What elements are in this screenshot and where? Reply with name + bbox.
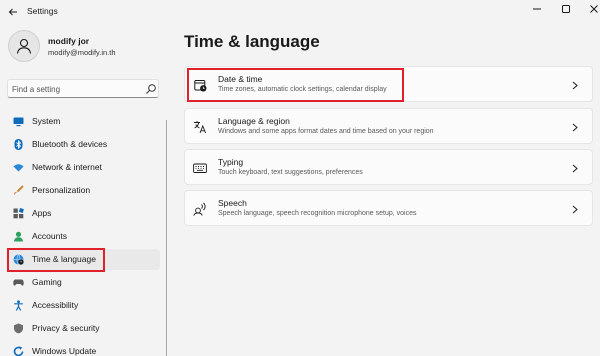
- shield-icon: [13, 323, 24, 334]
- card-description: Speech language, speech recognition micr…: [218, 210, 417, 217]
- bluetooth-icon: [13, 139, 24, 150]
- monitor-icon: [13, 116, 24, 127]
- card-description: Windows and some apps format dates and t…: [218, 128, 434, 135]
- sidebar-item-label: System: [32, 116, 61, 126]
- chevron-right-icon: [570, 203, 580, 215]
- sidebar-item-label: Network & internet: [32, 162, 102, 172]
- card-title: Typing: [218, 157, 244, 167]
- chevron-right-icon: [570, 162, 580, 174]
- apps-icon: [13, 208, 24, 219]
- card-description: Time zones, automatic clock settings, ca…: [218, 86, 387, 93]
- back-arrow-icon: [8, 8, 17, 16]
- app-title: Settings: [27, 6, 58, 16]
- sidebar-item-label: Personalization: [32, 185, 91, 195]
- sidebar-item-label: Windows Update: [32, 346, 97, 356]
- search-box[interactable]: [7, 79, 159, 98]
- user-email: modify@modify.in.th: [48, 48, 116, 57]
- card-title: Language & region: [218, 116, 290, 126]
- globe-clock-icon: [13, 254, 24, 265]
- card-speech[interactable]: Speech Speech language, speech recogniti…: [184, 190, 593, 226]
- sidebar-item-accounts[interactable]: Accounts: [7, 226, 160, 247]
- card-typing[interactable]: Typing Touch keyboard, text suggestions,…: [184, 149, 593, 185]
- card-title: Date & time: [218, 74, 263, 84]
- sidebar-item-system[interactable]: System: [7, 111, 160, 132]
- sidebar-item-personalization[interactable]: Personalization: [7, 180, 160, 201]
- card-title: Speech: [218, 198, 247, 208]
- sidebar-item-gaming[interactable]: Gaming: [7, 272, 160, 293]
- chevron-right-icon: [570, 121, 580, 133]
- close-icon: [590, 5, 598, 13]
- active-indicator: [7, 255, 9, 264]
- card-date-time[interactable]: Date & time Time zones, automatic clock …: [184, 66, 593, 102]
- gamepad-icon: [13, 277, 24, 288]
- wifi-icon: [13, 162, 24, 173]
- sidebar-item-label: Accounts: [32, 231, 67, 241]
- brush-icon: [13, 185, 24, 196]
- language-icon: [193, 120, 207, 134]
- back-button[interactable]: [4, 3, 22, 21]
- search-icon[interactable]: [145, 83, 157, 95]
- sidebar-item-label: Privacy & security: [32, 323, 100, 333]
- close-button[interactable]: [579, 0, 600, 18]
- keyboard-icon: [193, 161, 207, 175]
- accessibility-icon: [13, 300, 24, 311]
- avatar[interactable]: [8, 30, 40, 62]
- speech-icon: [193, 202, 207, 216]
- account-icon: [13, 231, 24, 242]
- minimize-icon: [533, 8, 541, 10]
- card-language-region[interactable]: Language & region Windows and some apps …: [184, 108, 593, 144]
- sidebar-item-time-language[interactable]: Time & language: [7, 249, 160, 270]
- sidebar-item-privacy[interactable]: Privacy & security: [7, 318, 160, 339]
- chevron-right-icon: [570, 79, 580, 91]
- sidebar-item-label: Accessibility: [32, 300, 79, 310]
- user-name: modify jor: [48, 36, 90, 46]
- maximize-icon: [562, 5, 570, 13]
- sidebar-scrollbar[interactable]: [166, 120, 167, 356]
- sidebar-item-label: Time & language: [32, 254, 96, 264]
- search-input[interactable]: [12, 82, 142, 96]
- title-bar: Settings: [0, 0, 600, 24]
- sidebar-item-windows-update[interactable]: Windows Update: [7, 341, 160, 356]
- sidebar-item-bluetooth[interactable]: Bluetooth & devices: [7, 134, 160, 155]
- sidebar-item-label: Bluetooth & devices: [32, 139, 108, 149]
- card-description: Touch keyboard, text suggestions, prefer…: [218, 169, 363, 176]
- maximize-button[interactable]: [551, 0, 581, 18]
- user-icon: [16, 38, 32, 54]
- sidebar-item-label: Gaming: [32, 277, 62, 287]
- page-title: Time & language: [184, 32, 320, 51]
- sidebar-item-accessibility[interactable]: Accessibility: [7, 295, 160, 316]
- update-icon: [13, 346, 24, 356]
- sidebar-item-network[interactable]: Network & internet: [7, 157, 160, 178]
- sidebar-item-label: Apps: [32, 208, 52, 218]
- sidebar-item-apps[interactable]: Apps: [7, 203, 160, 224]
- minimize-button[interactable]: [522, 0, 552, 18]
- calendar-clock-icon: [193, 78, 207, 92]
